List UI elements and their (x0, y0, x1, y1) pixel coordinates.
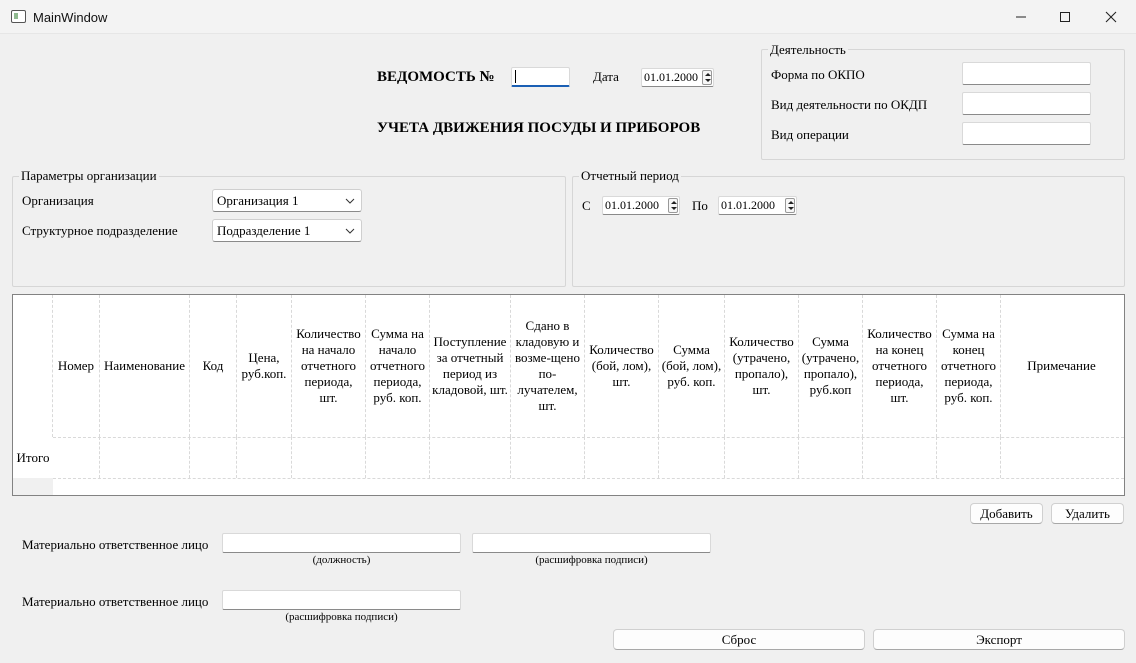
column-header[interactable]: Примечание (1001, 295, 1122, 437)
responsible-person-label-2: Материально ответственное лицо (22, 594, 209, 609)
period-from-spinner[interactable] (668, 198, 678, 213)
signature-decode-caption-2: (расшифровка подписи) (285, 611, 398, 623)
chevron-down-icon (345, 228, 355, 234)
items-table[interactable]: Номер Наименование Код Цена, руб.коп. Количе… (12, 294, 1125, 496)
table-cell[interactable] (659, 437, 725, 478)
column-header[interactable]: Сдано в кладовую и возме-щено по-лучател… (511, 295, 585, 437)
date-input[interactable]: 01.01.2000 (641, 68, 714, 87)
org-select-value: Организация 1 (217, 193, 299, 208)
period-to-input[interactable]: 01.01.2000 (718, 196, 797, 215)
table-cell[interactable] (190, 437, 237, 478)
table-cell[interactable] (100, 437, 190, 478)
unit-select[interactable]: Подразделение 1 (212, 219, 362, 242)
column-header[interactable]: Номер (53, 295, 100, 437)
table-cell[interactable] (292, 437, 366, 478)
org-params-title: Параметры организации (19, 168, 159, 183)
table-cell[interactable] (237, 437, 292, 478)
operation-label: Вид операции (771, 127, 849, 142)
column-header[interactable]: Сумма на конец отчетного периода, руб. к… (937, 295, 1001, 437)
column-header[interactable]: Количество (утрачено, пропало), шт. (725, 295, 799, 437)
statement-label: ВЕДОМОСТЬ № (377, 69, 495, 85)
org-select[interactable]: Организация 1 (212, 189, 362, 212)
column-header[interactable]: Сумма (утрачено, пропало), руб.коп (799, 295, 863, 437)
unit-label: Структурное подразделение (22, 223, 178, 238)
table-cell[interactable] (585, 437, 659, 478)
column-header[interactable]: Сумма на начало отчетного периода, руб. … (366, 295, 430, 437)
table-cell[interactable] (511, 437, 585, 478)
signature-decode-caption-1: (расшифровка подписи) (535, 554, 648, 566)
table-cell[interactable] (937, 437, 1001, 478)
period-to-value: 01.01.2000 (721, 198, 775, 212)
row-header-empty (13, 478, 53, 495)
window-title: MainWindow (33, 10, 108, 25)
row-header-corner (13, 295, 53, 437)
close-icon (1105, 11, 1117, 23)
maximize-button[interactable] (1042, 0, 1088, 34)
column-header[interactable]: Поступление за отчетный период из кладов… (430, 295, 511, 437)
activity-group-title: Деятельность (768, 42, 848, 57)
text-caret (515, 70, 516, 83)
okpo-label: Форма по ОКПО (771, 67, 865, 82)
org-label: Организация (22, 193, 94, 208)
period-to-label: По (692, 198, 708, 213)
okdp-field[interactable] (962, 92, 1091, 115)
table-cell[interactable] (863, 437, 937, 478)
period-title: Отчетный период (579, 168, 681, 183)
period-from-label: С (582, 198, 591, 213)
period-to-spinner[interactable] (785, 198, 795, 213)
position-caption: (должность) (312, 554, 371, 566)
export-button[interactable]: Экспорт (873, 629, 1125, 650)
table-cell[interactable] (799, 437, 863, 478)
unit-select-value: Подразделение 1 (217, 223, 311, 238)
column-header[interactable]: Количество (бой, лом), шт. (585, 295, 659, 437)
statement-subtitle: УЧЕТА ДВИЖЕНИЯ ПОСУДЫ И ПРИБОРОВ (377, 120, 701, 136)
column-header[interactable]: Код (190, 295, 237, 437)
column-header[interactable]: Количество на начало отчетного периода, … (292, 295, 366, 437)
operation-field[interactable] (962, 122, 1091, 145)
minimize-icon (1016, 16, 1026, 18)
column-header[interactable]: Сумма (бой, лом), руб. коп. (659, 295, 725, 437)
date-spinner[interactable] (702, 70, 712, 85)
maximize-icon (1060, 12, 1070, 22)
total-row-label: Итого (16, 449, 50, 465)
minimize-button[interactable] (998, 0, 1044, 34)
signature-decode-field-1[interactable] (472, 533, 711, 553)
add-button[interactable]: Добавить (970, 503, 1043, 524)
statement-number-input[interactable] (511, 67, 570, 87)
okdp-label: Вид деятельности по ОКДП (771, 97, 928, 112)
period-from-value: 01.01.2000 (605, 198, 659, 212)
table-row-divider (53, 478, 1124, 479)
column-header[interactable]: Наименование (100, 295, 190, 437)
reset-button[interactable]: Сброс (613, 629, 865, 650)
total-row-header: Итого (13, 437, 53, 478)
app-icon (11, 10, 26, 23)
table-cell[interactable] (53, 437, 100, 478)
table-cell[interactable] (1001, 437, 1122, 478)
okpo-field[interactable] (962, 62, 1091, 85)
table-cell[interactable] (366, 437, 430, 478)
table-cell[interactable] (430, 437, 511, 478)
period-from-input[interactable]: 01.01.2000 (602, 196, 680, 215)
title-bar: MainWindow (0, 0, 1136, 34)
date-label: Дата (593, 69, 619, 84)
chevron-down-icon (345, 198, 355, 204)
close-button[interactable] (1088, 0, 1134, 34)
column-header[interactable]: Цена, руб.коп. (237, 295, 292, 437)
delete-button[interactable]: Удалить (1051, 503, 1124, 524)
period-group (572, 176, 1125, 287)
position-field[interactable] (222, 533, 461, 553)
date-value: 01.01.2000 (644, 70, 698, 84)
table-cell[interactable] (725, 437, 799, 478)
column-header[interactable]: Количество на конец отчетного периода, ш… (863, 295, 937, 437)
responsible-person-label: Материально ответственное лицо (22, 537, 209, 552)
signature-decode-field-2[interactable] (222, 590, 461, 610)
